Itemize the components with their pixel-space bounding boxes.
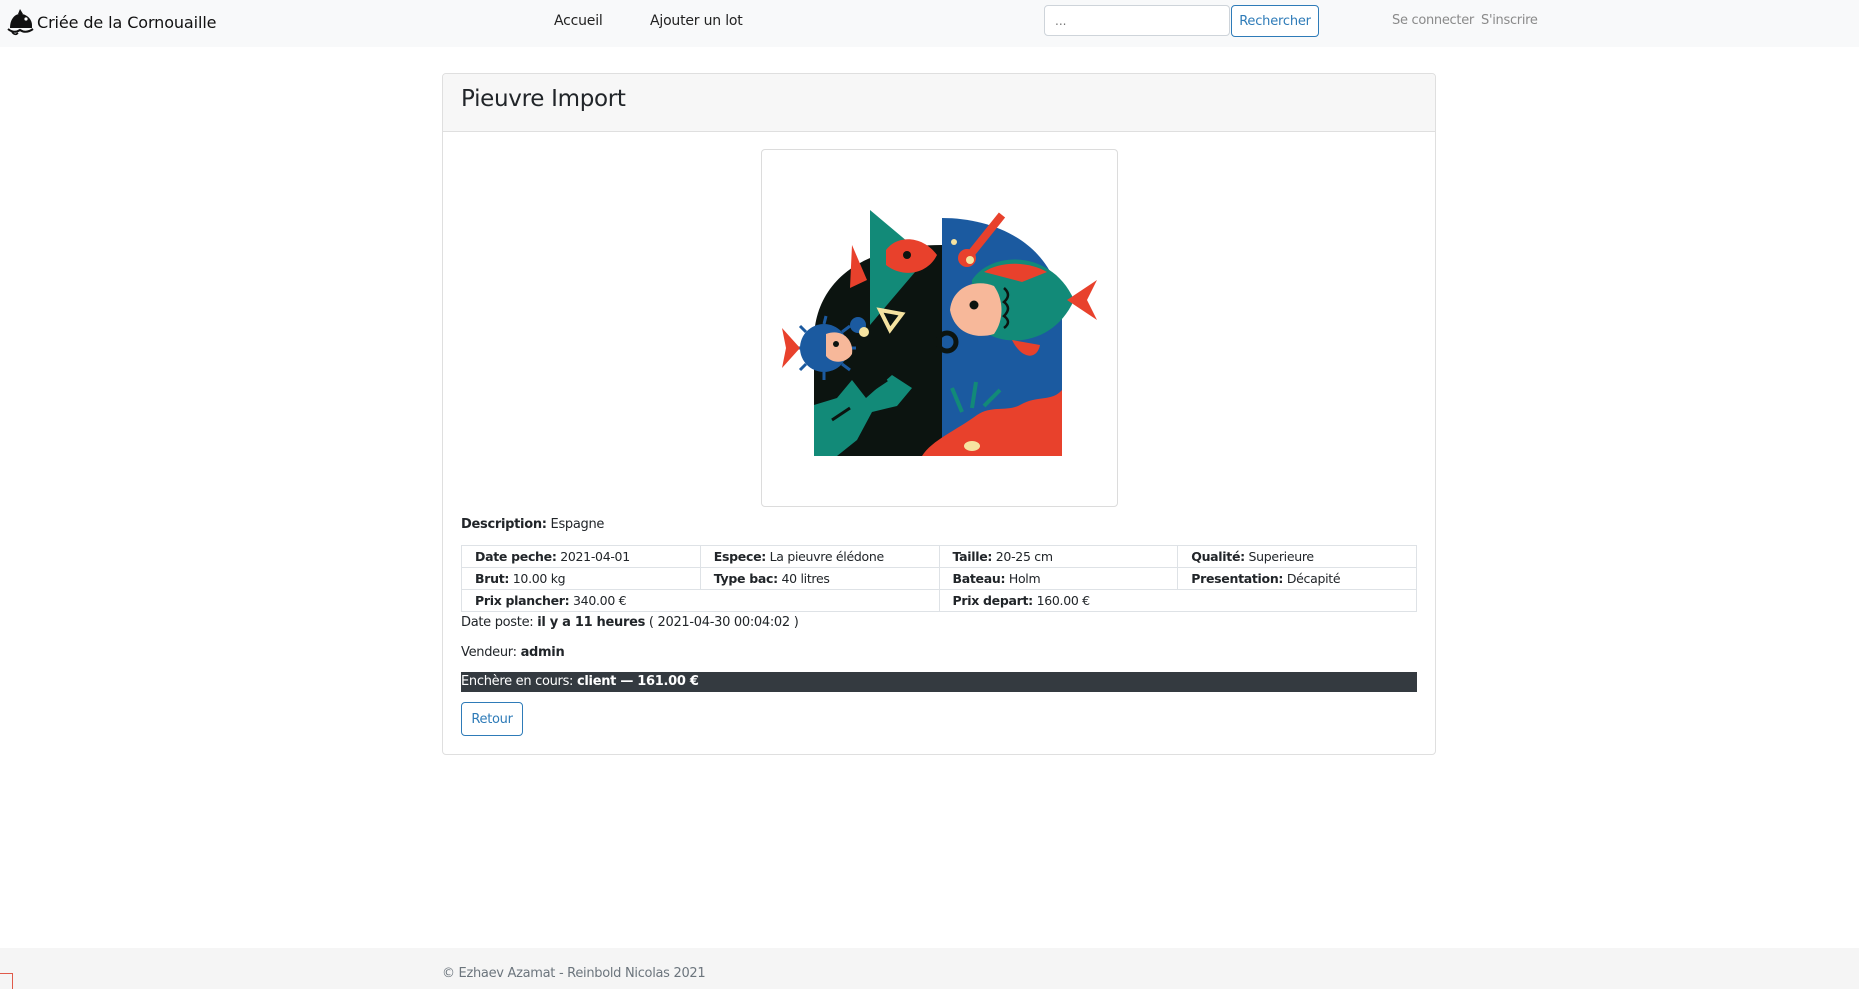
detail-prix-depart: Prix depart: 160.00 € xyxy=(938,589,1417,612)
login-link[interactable]: Se connecter xyxy=(1392,13,1474,28)
lot-image xyxy=(761,149,1118,507)
detail-prix-plancher: Prix plancher: 340.00 € xyxy=(461,589,940,612)
vendeur-label: Vendeur: xyxy=(461,645,517,660)
signup-link[interactable]: S'inscrire xyxy=(1481,13,1538,28)
brand-name: Criée de la Cornouaille xyxy=(37,12,217,32)
detail-type-bac: Type bac: 40 litres xyxy=(699,567,940,590)
lot-card: Pieuvre Import Description: Espagne Date… xyxy=(442,73,1436,755)
navbar: Criée de la Cornouaille Accueil Ajouter … xyxy=(0,0,1859,47)
details-table: Date peche: 2021-04-01 Espece: La pieuvr… xyxy=(461,545,1417,612)
table-row: Prix plancher: 340.00 € Prix depart: 160… xyxy=(461,589,1417,612)
description: Description: Espagne xyxy=(461,517,604,532)
date-poste-label: Date poste: xyxy=(461,615,534,630)
underwater-fish-illustration xyxy=(782,210,1097,456)
footer: © Ezhaev Azamat - Reinbold Nicolas 2021 xyxy=(0,948,1859,989)
search-input[interactable] xyxy=(1044,5,1230,36)
lot-title: Pieuvre Import xyxy=(461,86,626,112)
back-button[interactable]: Retour xyxy=(461,702,523,736)
table-row: Brut: 10.00 kg Type bac: 40 litres Batea… xyxy=(461,567,1417,590)
nav-link-add-lot[interactable]: Ajouter un lot xyxy=(650,13,743,29)
detail-espece: Espece: La pieuvre élédone xyxy=(699,545,940,568)
detail-brut: Brut: 10.00 kg xyxy=(461,567,701,590)
detail-bateau: Bateau: Holm xyxy=(938,567,1179,590)
current-bid-value: client — 161.00 € xyxy=(576,674,699,689)
detail-taille: Taille: 20-25 cm xyxy=(938,545,1179,568)
card-header: Pieuvre Import xyxy=(443,74,1435,132)
detail-date-peche: Date peche: 2021-04-01 xyxy=(461,545,701,568)
vendeur: Vendeur: admin xyxy=(461,645,565,660)
date-poste-absolute: ( 2021-04-30 00:04:02 ) xyxy=(648,615,799,630)
brand[interactable]: Criée de la Cornouaille xyxy=(6,8,217,36)
footer-copyright: © Ezhaev Azamat - Reinbold Nicolas 2021 xyxy=(442,966,706,981)
fish-boat-logo-icon xyxy=(7,9,34,36)
search-button[interactable]: Rechercher xyxy=(1231,5,1319,37)
table-row: Date peche: 2021-04-01 Espece: La pieuvr… xyxy=(461,545,1417,568)
date-poste-relative: il y a 11 heures xyxy=(537,615,646,630)
description-value: Espagne xyxy=(550,517,605,532)
current-bid-label: Enchère en cours: xyxy=(461,674,574,689)
current-bid-bar: Enchère en cours: client — 161.00 € xyxy=(461,672,1417,692)
description-label: Description: xyxy=(461,517,547,532)
vendeur-value: admin xyxy=(520,645,565,660)
detail-presentation: Presentation: Décapité xyxy=(1177,567,1417,590)
detail-qualite: Qualité: Superieure xyxy=(1177,545,1417,568)
nav-link-home[interactable]: Accueil xyxy=(554,13,603,29)
corner-debug-icon xyxy=(0,973,13,989)
date-poste: Date poste: il y a 11 heures ( 2021-04-3… xyxy=(461,615,799,630)
